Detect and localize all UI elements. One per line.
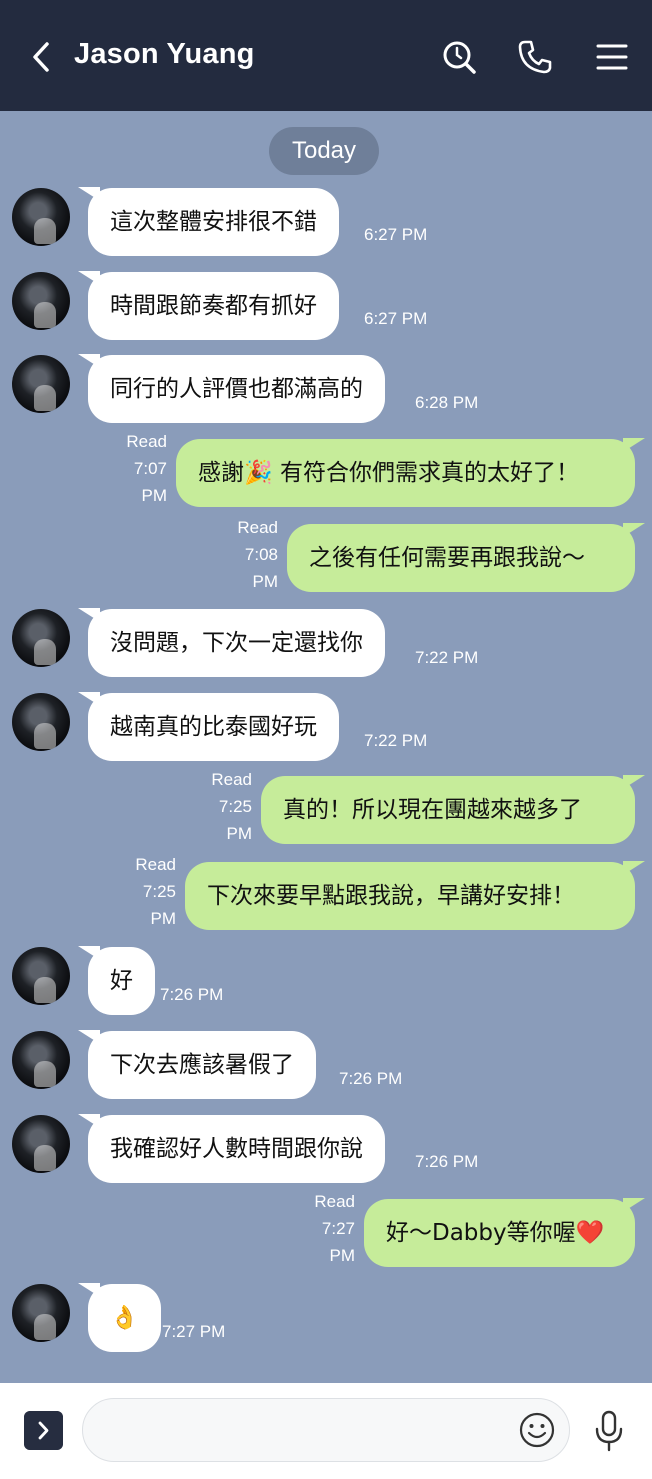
message-time: 7:27 PM: [162, 1322, 226, 1341]
read-receipt: Read 7:25 PM: [192, 766, 252, 847]
avatar[interactable]: [12, 1031, 70, 1089]
read-status: Read: [314, 1192, 355, 1211]
sent-message-bubble[interactable]: 下次來要早點跟我說，早講好安排！: [185, 861, 645, 930]
message-time-period: PM: [329, 1246, 356, 1265]
menu-icon[interactable]: [593, 38, 631, 76]
received-message-bubble[interactable]: 好: [78, 946, 155, 1015]
message-time-period: PM: [150, 909, 177, 928]
message-time: 6:27 PM: [364, 225, 428, 244]
expand-icon[interactable]: [24, 1411, 63, 1450]
message-time: 7:08: [244, 545, 278, 564]
received-message-bubble[interactable]: 我確認好人數時間跟你說: [78, 1114, 385, 1183]
sent-message-bubble[interactable]: 之後有任何需要再跟我說～: [287, 523, 645, 592]
contact-name[interactable]: Jason Yuang: [74, 38, 255, 71]
avatar[interactable]: [12, 1284, 70, 1342]
avatar[interactable]: [12, 1115, 70, 1173]
read-receipt: Read 7:27 PM: [295, 1188, 355, 1269]
emoji-icon[interactable]: [518, 1411, 556, 1449]
received-message-bubble[interactable]: 這次整體安排很不錯: [78, 187, 339, 256]
message-time: 7:25: [218, 797, 252, 816]
message-time: 7:22 PM: [364, 731, 428, 750]
avatar[interactable]: [12, 188, 70, 246]
microphone-icon[interactable]: [592, 1409, 626, 1453]
sent-message-bubble[interactable]: 好～Dabby等你喔❤️: [364, 1198, 645, 1267]
received-message-bubble[interactable]: 同行的人評價也都滿高的: [78, 354, 385, 423]
message-time: 7:26 PM: [160, 985, 224, 1004]
message-time: 7:07: [133, 459, 167, 478]
message-time: 7:26 PM: [339, 1069, 403, 1088]
avatar[interactable]: [12, 272, 70, 330]
sent-message-bubble[interactable]: 真的！所以現在團越來越多了: [261, 775, 645, 844]
read-receipt: Read 7:07 PM: [107, 428, 167, 509]
search-icon[interactable]: [440, 38, 478, 76]
message-time: 6:27 PM: [364, 309, 428, 328]
sent-message-bubble[interactable]: 感謝🎉 有符合你們需求真的太好了！: [176, 438, 645, 507]
received-message-bubble[interactable]: 沒問題，下次一定還找你: [78, 608, 385, 677]
back-chevron-icon[interactable]: [30, 40, 52, 74]
message-time: 6:28 PM: [415, 393, 479, 412]
message-time: 7:27: [321, 1219, 355, 1238]
read-receipt: Read 7:25 PM: [116, 851, 176, 932]
phone-icon[interactable]: [516, 38, 554, 76]
message-time-period: PM: [141, 486, 168, 505]
received-message-bubble[interactable]: 下次去應該暑假了: [78, 1030, 316, 1099]
message-composer: [0, 1383, 652, 1479]
chat-header: Jason Yuang: [0, 0, 652, 111]
message-time: 7:22 PM: [415, 648, 479, 667]
received-message-bubble[interactable]: 越南真的比泰國好玩: [78, 692, 339, 761]
chat-area[interactable]: Today 這次整體安排很不錯 6:27 PM 時間跟節奏都有抓好 6:27 P…: [0, 111, 652, 1383]
received-message-bubble[interactable]: 👌: [78, 1283, 161, 1352]
avatar[interactable]: [12, 355, 70, 413]
message-time: 7:26 PM: [415, 1152, 479, 1171]
avatar[interactable]: [12, 693, 70, 751]
read-status: Read: [237, 518, 278, 537]
avatar[interactable]: [12, 609, 70, 667]
read-status: Read: [135, 855, 176, 874]
read-status: Read: [211, 770, 252, 789]
read-status: Read: [126, 432, 167, 451]
message-input[interactable]: [82, 1398, 570, 1462]
message-time: 7:25: [142, 882, 176, 901]
date-separator: Today: [269, 127, 379, 175]
message-time-period: PM: [226, 824, 253, 843]
avatar[interactable]: [12, 947, 70, 1005]
received-message-bubble[interactable]: 時間跟節奏都有抓好: [78, 271, 339, 340]
read-receipt: Read 7:08 PM: [218, 514, 278, 595]
message-time-period: PM: [252, 572, 279, 591]
